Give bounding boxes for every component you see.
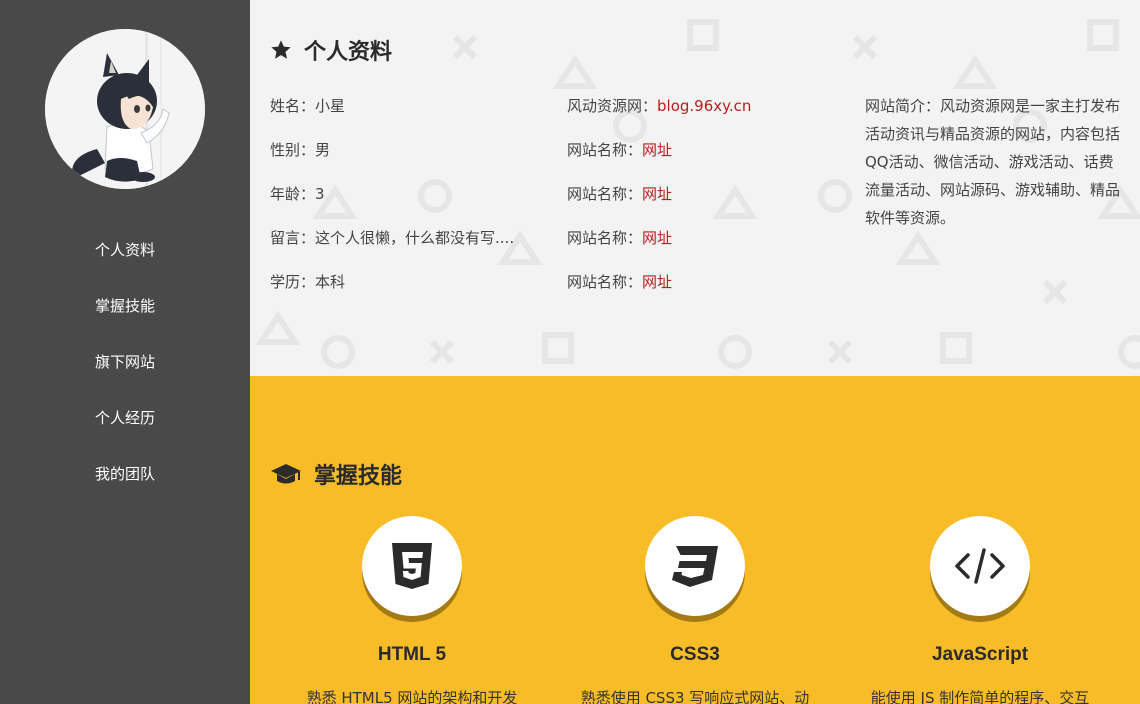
info-label: 学历：	[270, 273, 316, 291]
site-label: 网站名称：	[567, 185, 643, 203]
site-row: 网站名称：网址	[567, 224, 837, 268]
code-icon	[955, 548, 1005, 584]
star-icon	[270, 39, 292, 61]
info-value: 这个人很懒，什么都没有写....	[315, 229, 515, 247]
site-label: 网站名称：	[567, 229, 643, 247]
graduation-cap-icon	[270, 462, 302, 486]
site-link[interactable]: 网址	[642, 185, 672, 203]
site-link[interactable]: 网址	[642, 273, 672, 291]
skills-section: 掌握技能 HTML 5 熟悉 HTML5 网站的架构和开发 CSS3 熟悉使用 …	[250, 376, 1140, 704]
sidebar-item-profile[interactable]: 个人资料	[0, 228, 250, 284]
site-link[interactable]: 网址	[642, 141, 672, 159]
site-row: 网站名称：网址	[567, 268, 837, 312]
site-row: 网站名称：网址	[567, 136, 837, 180]
sidebar-item-team[interactable]: 我的团队	[0, 452, 250, 508]
avatar	[45, 29, 205, 189]
html5-icon	[392, 543, 432, 589]
skill-name: JavaScript	[931, 644, 1029, 665]
avatar-illustration	[45, 29, 205, 189]
info-row-age: 年龄：3	[270, 180, 540, 224]
info-label: 性别：	[270, 141, 316, 159]
skill-icon-circle	[362, 516, 462, 616]
info-row-name: 姓名：小星	[270, 92, 540, 136]
site-label: 网站名称：	[567, 273, 643, 291]
skill-card-javascript: JavaScript 能使用 JS 制作简单的程序、交互	[840, 516, 1120, 704]
profile-site-links: 风动资源网：blog.96xy.cn 网站名称：网址 网站名称：网址 网站名称：…	[567, 92, 837, 312]
skill-icon-circle	[930, 516, 1030, 616]
css3-icon	[672, 546, 718, 587]
profile-title-text: 个人资料	[304, 40, 393, 65]
skill-icon-circle	[645, 516, 745, 616]
skill-card-css3: CSS3 熟悉使用 CSS3 写响应式网站、动	[555, 516, 835, 704]
skill-name: CSS3	[670, 644, 720, 665]
site-intro: 网站简介：风动资源网是一家主打发布活动资讯与精品资源的网站，内容包括QQ活动、微…	[865, 97, 1121, 227]
info-label: 年龄：	[270, 185, 316, 203]
profile-section: 个人资料 姓名：小星 性别：男 年龄：3 留言：这个人很懒，什么都没有写....…	[250, 0, 1140, 376]
site-row: 风动资源网：blog.96xy.cn	[567, 92, 837, 136]
skill-card-html5: HTML 5 熟悉 HTML5 网站的架构和开发	[272, 516, 552, 704]
info-value: 小星	[315, 97, 346, 115]
sidebar-item-experience[interactable]: 个人经历	[0, 396, 250, 452]
sidebar-item-skills[interactable]: 掌握技能	[0, 284, 250, 340]
info-value: 男	[315, 141, 331, 159]
skill-description: 熟悉使用 CSS3 写响应式网站、动	[580, 689, 810, 704]
info-row-message: 留言：这个人很懒，什么都没有写....	[270, 224, 540, 268]
sidebar-nav: 个人资料 掌握技能 旗下网站 个人经历 我的团队	[0, 228, 250, 508]
profile-basic-info: 姓名：小星 性别：男 年龄：3 留言：这个人很懒，什么都没有写.... 学历：本…	[270, 92, 540, 312]
skill-name: HTML 5	[377, 644, 447, 665]
skill-description: 熟悉 HTML5 网站的架构和开发	[306, 689, 518, 704]
site-link[interactable]: blog.96xy.cn	[657, 97, 751, 115]
info-row-gender: 性别：男	[270, 136, 540, 180]
info-value: 本科	[315, 273, 346, 291]
site-label: 网站名称：	[567, 141, 643, 159]
site-label: 风动资源网：	[567, 97, 658, 115]
info-label: 姓名：	[270, 97, 316, 115]
info-label: 留言：	[270, 229, 316, 247]
site-row: 网站名称：网址	[567, 180, 837, 224]
info-value: 3	[315, 185, 325, 203]
skills-title: 掌握技能	[270, 458, 402, 490]
sidebar: 个人资料 掌握技能 旗下网站 个人经历 我的团队	[0, 0, 250, 704]
skill-description: 能使用 JS 制作简单的程序、交互	[870, 689, 1090, 704]
skills-title-text: 掌握技能	[314, 464, 403, 489]
info-row-education: 学历：本科	[270, 268, 540, 312]
sidebar-item-websites[interactable]: 旗下网站	[0, 340, 250, 396]
profile-title: 个人资料	[270, 34, 392, 66]
site-link[interactable]: 网址	[642, 229, 672, 247]
